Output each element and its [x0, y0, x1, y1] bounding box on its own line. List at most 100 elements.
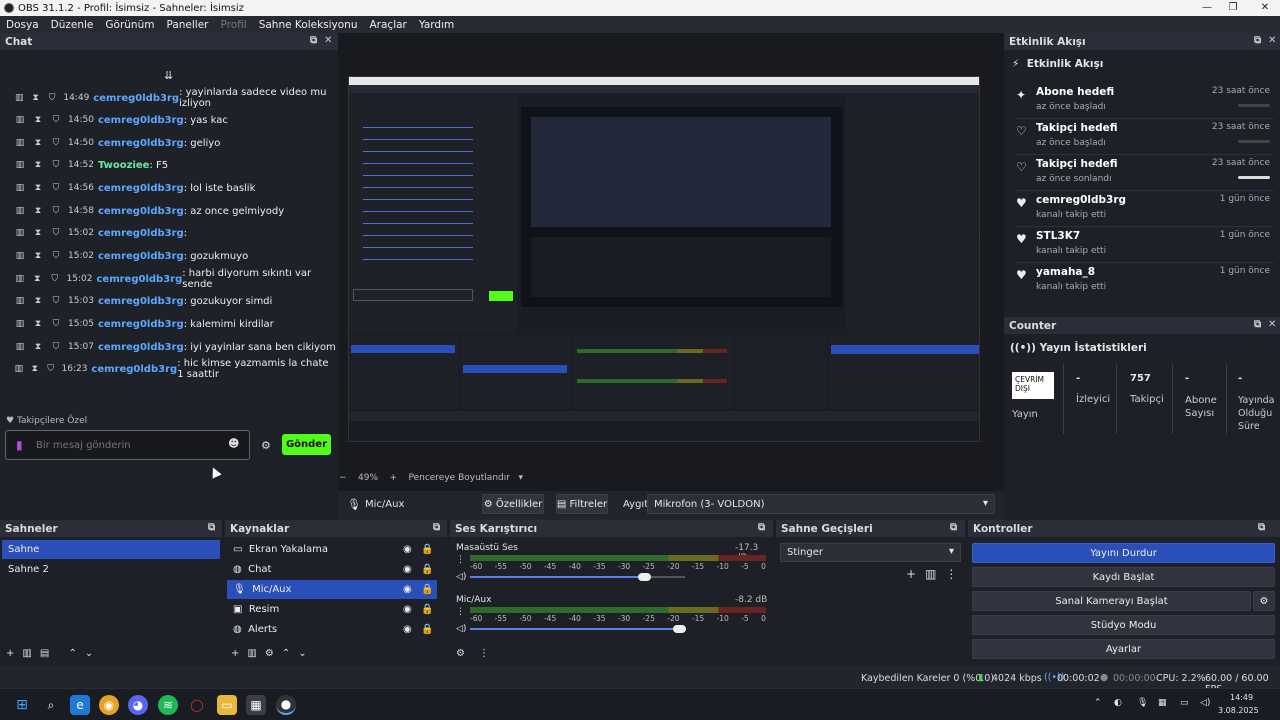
scroll-down-icon[interactable]: ⇊ [164, 69, 173, 82]
undock-icon[interactable]: ⧉ [950, 522, 957, 533]
trash-icon[interactable]: ▥ [925, 567, 945, 581]
eye-icon[interactable]: ◉ [403, 604, 412, 615]
menu-file[interactable]: Dosya [6, 19, 39, 31]
delete-action-icon[interactable]: ▥ [14, 138, 26, 148]
close-dock-icon[interactable]: ✕ [324, 35, 332, 46]
menu-edit[interactable]: Düzenle [51, 19, 94, 31]
menu-view[interactable]: Görünüm [105, 19, 154, 31]
scene-item[interactable]: Sahne [2, 540, 220, 559]
volume-slider-handle[interactable] [672, 625, 686, 633]
eye-icon[interactable]: ◉ [403, 564, 412, 575]
tray-volume-icon[interactable]: ◁) [1200, 698, 1210, 708]
file-explorer-icon[interactable]: ▭ [217, 695, 237, 715]
lock-icon[interactable]: 🔒 [421, 564, 433, 575]
move-up-icon[interactable]: ⌃ [68, 648, 84, 659]
delete-action-icon[interactable]: ▥ [14, 115, 26, 125]
eye-icon[interactable]: ◉ [403, 544, 412, 555]
timeout-action-icon[interactable]: ⧗ [32, 160, 44, 170]
menu-tools[interactable]: Araçlar [370, 19, 407, 31]
device-select[interactable]: Mikrofon (3- VOLDON) ▾ [647, 494, 995, 514]
discord-icon[interactable]: ◕ [128, 695, 148, 715]
windows-start-icon[interactable]: ⊞ [12, 695, 32, 715]
shield-action-icon[interactable]: ⛉ [50, 319, 62, 329]
volume-slider[interactable] [470, 573, 685, 581]
close-window-button[interactable]: ✕ [1250, 0, 1280, 16]
add-icon[interactable]: + [906, 567, 925, 581]
undock-icon[interactable]: ⧉ [433, 522, 440, 533]
filter-icon[interactable]: ▤ [40, 648, 57, 659]
speaker-icon[interactable]: ◁) [456, 624, 466, 634]
menu-scene-collection[interactable]: Sahne Koleksiyonu [259, 19, 358, 31]
channel-menu-icon[interactable]: ⋮ [456, 607, 465, 617]
search-icon[interactable]: ⌕ [41, 695, 61, 715]
move-down-icon[interactable]: ⌄ [298, 648, 314, 659]
store-icon[interactable]: ▦ [246, 695, 266, 715]
eye-icon[interactable]: ◉ [403, 584, 412, 595]
filters-button[interactable]: ▤ Filtreler [556, 494, 608, 514]
delete-action-icon[interactable]: ▥ [14, 93, 24, 103]
shield-action-icon[interactable]: ⛉ [50, 251, 62, 261]
studio-mode-button[interactable]: Stüdyo Modu [972, 615, 1275, 635]
tray-app-icon[interactable]: ◐ [1114, 698, 1122, 708]
move-down-icon[interactable]: ⌄ [85, 648, 101, 659]
delete-action-icon[interactable]: ▥ [14, 274, 26, 284]
virtual-camera-button[interactable]: Sanal Kamerayı Başlat [972, 591, 1251, 611]
source-item[interactable]: ▭ Ekran Yakalama ◉ 🔒 [227, 540, 437, 559]
add-icon[interactable]: + [231, 648, 247, 659]
menu-help[interactable]: Yardım [419, 19, 454, 31]
chat-input-box[interactable]: ▮ ☻ [5, 430, 250, 460]
tray-chevron-icon[interactable]: ⌃ [1094, 698, 1102, 708]
timeout-action-icon[interactable]: ⧗ [32, 115, 44, 125]
scene-item[interactable]: Sahne 2 [2, 560, 220, 579]
add-icon[interactable]: + [6, 648, 22, 659]
shield-action-icon[interactable]: ⛉ [46, 364, 56, 374]
speaker-icon[interactable]: ◁) [456, 572, 466, 582]
tray-network-icon[interactable]: ▭ [1180, 698, 1189, 708]
shield-action-icon[interactable]: ⛉ [50, 228, 62, 238]
clock-date[interactable]: 3.08.2025 [1218, 706, 1259, 715]
more-options-icon[interactable]: ⋮ [479, 648, 503, 659]
lock-icon[interactable]: 🔒 [421, 544, 433, 555]
tray-wifi-icon[interactable]: ▦ [1158, 698, 1167, 708]
lock-icon[interactable]: 🔒 [421, 624, 433, 635]
delete-action-icon[interactable]: ▥ [14, 160, 26, 170]
settings-button[interactable]: Ayarlar [972, 639, 1275, 659]
maximize-button[interactable]: ❐ [1218, 0, 1248, 16]
more-options-icon[interactable]: ⋮ [945, 567, 966, 581]
menu-profile[interactable]: Profil [221, 19, 247, 31]
shield-action-icon[interactable]: ⛉ [50, 160, 62, 170]
undock-icon[interactable]: ⧉ [310, 35, 317, 46]
lock-icon[interactable]: 🔒 [421, 584, 433, 595]
spotify-icon[interactable]: ≋ [158, 695, 178, 715]
timeout-action-icon[interactable]: ⧗ [32, 319, 44, 329]
chat-settings-icon[interactable]: ⚙ [261, 439, 271, 452]
volume-slider[interactable] [470, 625, 686, 633]
edge-icon[interactable]: e [70, 695, 90, 715]
delete-action-icon[interactable]: ▥ [14, 206, 26, 216]
preview-canvas[interactable] [348, 76, 980, 442]
delete-action-icon[interactable]: ▥ [14, 296, 26, 306]
mixer-settings-icon[interactable]: ⚙ [456, 648, 479, 659]
timeout-action-icon[interactable]: ⧗ [32, 138, 44, 148]
timeout-action-icon[interactable]: ⧗ [32, 296, 44, 306]
obs-taskbar-icon[interactable]: ● [276, 695, 296, 715]
move-up-icon[interactable]: ⌃ [282, 648, 298, 659]
trash-icon[interactable]: ▥ [22, 648, 39, 659]
fit-window-label[interactable]: Pencereye Boyutlandır [408, 473, 509, 483]
transition-select[interactable]: Stinger ▾ [780, 543, 961, 562]
timeout-action-icon[interactable]: ⧗ [32, 342, 44, 352]
lock-icon[interactable]: 🔒 [421, 604, 433, 615]
shield-action-icon[interactable]: ⛉ [50, 115, 62, 125]
channel-menu-icon[interactable]: ⋮ [456, 555, 465, 565]
timeout-action-icon[interactable]: ⧗ [32, 274, 44, 284]
timeout-action-icon[interactable]: ⧗ [30, 364, 40, 374]
eye-icon[interactable]: ◉ [403, 624, 412, 635]
timeout-action-icon[interactable]: ⧗ [32, 228, 44, 238]
undock-icon[interactable]: ⧉ [1254, 35, 1261, 46]
source-item[interactable]: ▣ Resim ◉ 🔒 [227, 600, 437, 619]
source-item[interactable]: ◍ Chat ◉ 🔒 [227, 560, 437, 579]
source-item[interactable]: ◍ Alerts ◉ 🔒 [227, 620, 437, 639]
tray-mic-icon[interactable]: 🎙 [1137, 698, 1148, 708]
timeout-action-icon[interactable]: ⧗ [30, 93, 40, 103]
menu-docks[interactable]: Paneller [166, 19, 208, 31]
